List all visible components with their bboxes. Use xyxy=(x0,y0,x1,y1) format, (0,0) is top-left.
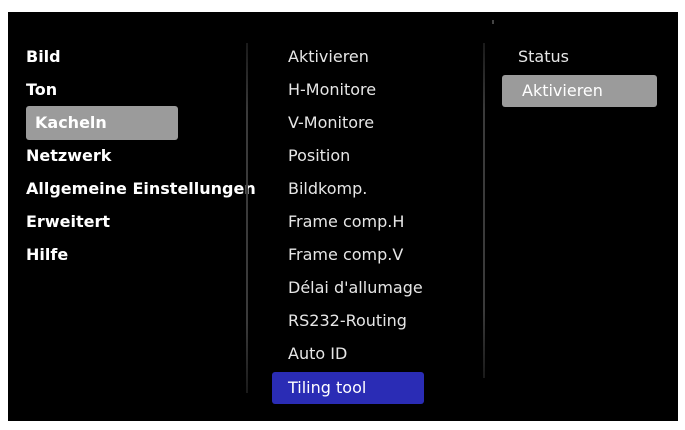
submenu-item-delai-dallumage[interactable]: Délai d'allumage xyxy=(272,277,424,299)
option-aktivieren[interactable]: Aktivieren xyxy=(502,75,657,107)
submenu-item-bildkomp[interactable]: Bildkomp. xyxy=(272,178,424,200)
submenu-item-frame-comp-h[interactable]: Frame comp.H xyxy=(272,211,424,233)
submenu: Aktivieren H-Monitore V-Monitore Positio… xyxy=(272,46,424,415)
main-menu-item-netzwerk[interactable]: Netzwerk xyxy=(17,145,256,167)
submenu-item-v-monitore[interactable]: V-Monitore xyxy=(272,112,424,134)
submenu-item-auto-id[interactable]: Auto ID xyxy=(272,343,424,365)
submenu-item-rs232-routing[interactable]: RS232-Routing xyxy=(272,310,424,332)
column-divider-right xyxy=(483,43,485,378)
submenu-item-tiling-tool[interactable]: Tiling tool xyxy=(272,372,424,404)
main-menu-item-hilfe[interactable]: Hilfe xyxy=(17,244,256,266)
main-menu-item-allgemeine-einstellungen[interactable]: Allgemeine Einstellungen xyxy=(17,178,256,200)
submenu-item-position[interactable]: Position xyxy=(272,145,424,167)
submenu-item-aktivieren[interactable]: Aktivieren xyxy=(272,46,424,68)
options-panel: Status Aktivieren xyxy=(502,46,657,118)
option-status-label: Status xyxy=(518,47,569,66)
column-divider-left xyxy=(246,43,248,393)
main-menu-item-bild[interactable]: Bild xyxy=(17,46,256,68)
main-menu-item-erweitert[interactable]: Erweitert xyxy=(17,211,256,233)
main-menu-item-ton[interactable]: Ton xyxy=(17,79,256,101)
submenu-item-frame-comp-v[interactable]: Frame comp.V xyxy=(272,244,424,266)
submenu-item-h-monitore[interactable]: H-Monitore xyxy=(272,79,424,101)
main-menu: Bild Ton Kacheln Netzwerk Allgemeine Ein… xyxy=(26,46,265,277)
main-menu-item-kacheln[interactable]: Kacheln xyxy=(26,106,178,140)
top-marker xyxy=(492,20,494,24)
osd-menu-screen: Bild Ton Kacheln Netzwerk Allgemeine Ein… xyxy=(8,12,678,421)
